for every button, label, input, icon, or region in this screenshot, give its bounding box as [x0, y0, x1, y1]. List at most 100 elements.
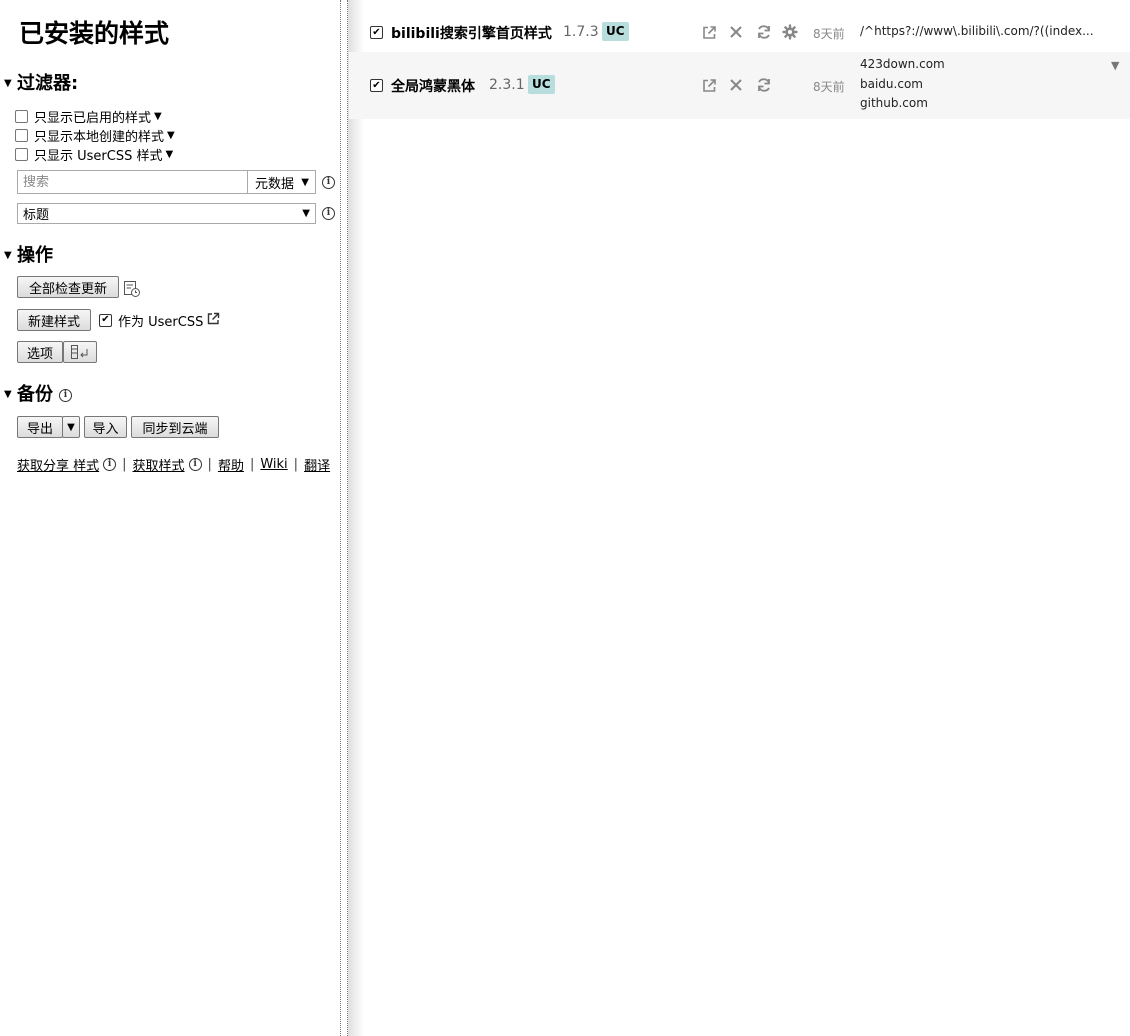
- delete-icon-svg: [730, 79, 742, 91]
- applies-to-item: /^https?://www\.bilibili\.com/?((index..…: [860, 24, 1094, 38]
- sidebar-resize-handle[interactable]: [340, 0, 348, 1036]
- chevron-down-icon: ▼: [301, 176, 309, 188]
- update-history-icon[interactable]: [123, 280, 141, 302]
- applies-to-item: 423down.com: [860, 57, 945, 71]
- collapse-triangle-icon: ▼: [4, 389, 12, 400]
- caret-down-icon[interactable]: ▼: [167, 130, 175, 141]
- actions-heading-label: 操作: [17, 245, 53, 266]
- check-all-updates-button[interactable]: 全部检查更新: [17, 276, 119, 298]
- backup-heading[interactable]: ▼ 备份 i: [4, 383, 72, 407]
- filter-local-checkbox[interactable]: [15, 128, 28, 142]
- sidebar: 已安装的样式 ▼ 过滤器: 只显示已启用的样式 ▼ 只显示本地创建的样式 ▼ 只…: [0, 0, 341, 1036]
- homepage-icon[interactable]: [700, 76, 718, 94]
- style-entry[interactable]: ✔ 全局鸿蒙黑体 2.3.1 UC 8天前 423down.com baidu.…: [349, 52, 1130, 119]
- export-button[interactable]: 导出: [17, 416, 63, 438]
- backup-info-icon[interactable]: i: [59, 388, 72, 402]
- filter-usercss-label: 只显示 UserCSS 样式: [34, 148, 163, 164]
- filter-usercss-only[interactable]: 只显示 UserCSS 样式 ▼: [15, 145, 173, 164]
- actions-heading[interactable]: ▼ 操作: [4, 244, 53, 268]
- caret-down-icon[interactable]: ▼: [154, 111, 162, 122]
- usercss-badge: UC: [602, 22, 629, 41]
- style-list: ✔ bilibili搜索引擎首页样式 1.7.3 UC 8天前 /^https?…: [349, 0, 1130, 1036]
- search-info-icon[interactable]: i: [322, 176, 335, 189]
- new-style-label: 新建样式: [27, 314, 80, 330]
- filter-enabled-label: 只显示已启用的样式: [34, 110, 152, 126]
- caret-down-icon[interactable]: ▼: [165, 149, 173, 160]
- chevron-down-icon: ▼: [302, 208, 310, 219]
- external-link-icon-svg: [208, 312, 220, 324]
- filter-enabled-only[interactable]: 只显示已启用的样式 ▼: [15, 107, 162, 126]
- update-history-icon-svg: [124, 281, 140, 297]
- footer-links: 获取分享 样式 i | 获取样式 i | 帮助 | Wiki | 翻译: [17, 455, 330, 474]
- options-button[interactable]: 选项: [17, 341, 63, 363]
- delete-icon[interactable]: [727, 23, 745, 41]
- help-link[interactable]: 帮助: [218, 455, 244, 474]
- check-update-icon-svg: [758, 78, 770, 92]
- check-update-icon[interactable]: [755, 23, 773, 41]
- filters-heading[interactable]: ▼ 过滤器:: [4, 72, 78, 96]
- collapse-triangle-icon: ▼: [4, 250, 12, 261]
- style-name[interactable]: bilibili搜索引擎首页样式: [391, 23, 552, 43]
- filter-local-only[interactable]: 只显示本地创建的样式 ▼: [15, 126, 175, 145]
- applies-to-item: baidu.com: [860, 76, 923, 91]
- export-label: 导出: [26, 421, 53, 437]
- gear-icon[interactable]: [781, 23, 799, 41]
- homepage-icon-svg: [702, 25, 716, 39]
- filter-usercss-checkbox[interactable]: [15, 147, 28, 161]
- style-age: 8天前: [813, 80, 845, 94]
- search-mode-select[interactable]: 元数据 ▼: [247, 171, 315, 193]
- sort-value: 标题: [23, 208, 50, 223]
- style-version: 1.7.3: [563, 24, 599, 40]
- check-update-icon[interactable]: [755, 76, 773, 94]
- page-title: 已安装的样式: [19, 19, 170, 48]
- style-enabled-checkbox[interactable]: ✔: [370, 79, 383, 92]
- applies-to-item: github.com: [860, 96, 928, 110]
- style-enabled-checkbox[interactable]: ✔: [370, 26, 383, 39]
- get-shared-styles-link[interactable]: 获取分享 样式: [17, 455, 99, 474]
- sync-cloud-label: 同步到云端: [142, 421, 208, 437]
- sort-select[interactable]: 标题 ▼: [17, 203, 316, 224]
- filter-enabled-checkbox[interactable]: [15, 109, 28, 123]
- as-usercss-label: 作为 UserCSS: [118, 314, 204, 330]
- expand-applies-icon[interactable]: ▼: [1111, 59, 1119, 72]
- info-icon[interactable]: i: [103, 458, 117, 471]
- separator: |: [249, 457, 255, 472]
- as-usercss-toggle[interactable]: ✔ 作为 UserCSS: [99, 311, 220, 330]
- filter-local-label: 只显示本地创建的样式: [34, 129, 165, 145]
- info-icon[interactable]: i: [188, 458, 202, 471]
- options-label: 选项: [26, 346, 53, 362]
- separator: |: [207, 457, 212, 472]
- gear-icon-svg: [782, 24, 798, 40]
- delete-icon-svg: [730, 26, 742, 38]
- wiki-link[interactable]: Wiki: [260, 457, 287, 472]
- new-style-button[interactable]: 新建样式: [17, 309, 91, 331]
- as-usercss-checkbox[interactable]: ✔: [99, 313, 112, 327]
- backup-heading-label: 备份: [17, 384, 53, 405]
- search-input[interactable]: [18, 171, 247, 193]
- filters-heading-label: 过滤器:: [17, 73, 79, 94]
- style-version: 2.3.1: [489, 77, 525, 93]
- get-styles-link[interactable]: 获取样式: [133, 455, 185, 474]
- export-dropdown-button[interactable]: ▼: [62, 416, 80, 438]
- usercss-badge: UC: [528, 75, 555, 94]
- homepage-icon-svg: [702, 78, 716, 92]
- delete-icon[interactable]: [727, 76, 745, 94]
- search-box: 元数据 ▼: [17, 170, 316, 194]
- translate-link[interactable]: 翻译: [304, 455, 330, 474]
- import-button[interactable]: 导入: [84, 416, 127, 438]
- collapse-triangle-icon: ▼: [4, 78, 12, 89]
- style-name[interactable]: 全局鸿蒙黑体: [391, 76, 475, 96]
- style-age: 8天前: [813, 27, 845, 41]
- style-entry[interactable]: ✔ bilibili搜索引擎首页样式 1.7.3 UC 8天前 /^https?…: [349, 12, 1130, 52]
- sort-info-icon[interactable]: i: [322, 207, 335, 220]
- check-all-updates-label: 全部检查更新: [28, 281, 107, 297]
- dock-window-icon: [71, 345, 88, 359]
- chevron-down-icon: ▼: [67, 421, 75, 433]
- homepage-icon[interactable]: [700, 23, 718, 41]
- import-label: 导入: [92, 421, 119, 437]
- search-mode-value: 元数据: [255, 176, 295, 192]
- options-popup-button[interactable]: [63, 341, 97, 363]
- external-link-icon[interactable]: [207, 312, 220, 329]
- separator: |: [293, 457, 299, 472]
- sync-cloud-button[interactable]: 同步到云端: [131, 416, 219, 438]
